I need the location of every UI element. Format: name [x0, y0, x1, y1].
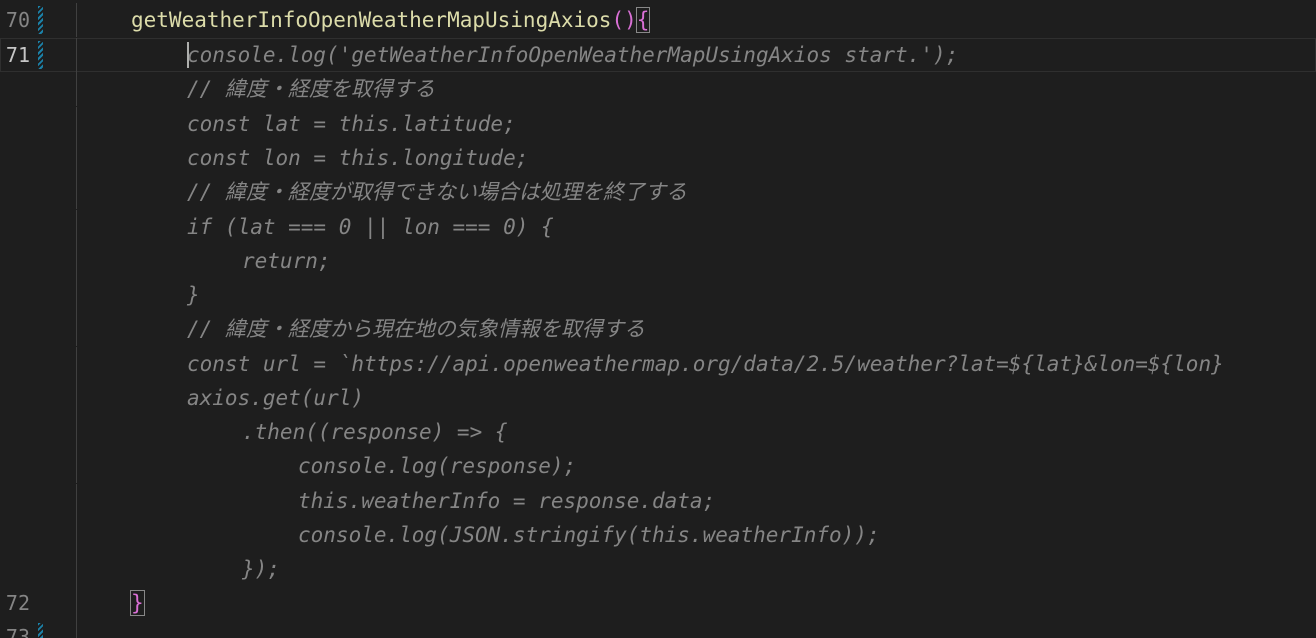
code-text: console.log(response);	[298, 454, 577, 478]
code-text: axios.get(url)	[187, 386, 365, 410]
code-text: .then((response) => {	[242, 420, 508, 444]
code-line[interactable]: });	[0, 552, 1316, 586]
comment-text: // 緯度・経度から現在地の気象情報を取得する	[187, 317, 645, 341]
code-text: const url = `https://api.openweathermap.…	[187, 352, 1224, 376]
indent-guide	[76, 312, 77, 346]
code-line[interactable]: console.log(JSON.stringify(this.weatherI…	[0, 518, 1316, 552]
comment-text: // 緯度・経度を取得する	[187, 77, 435, 101]
code-line[interactable]: }	[0, 278, 1316, 312]
matched-close-brace: }	[130, 590, 145, 616]
indent-guide	[76, 484, 77, 518]
indent-guide	[76, 449, 77, 483]
code-text: });	[242, 557, 280, 581]
code-line[interactable]: return;	[0, 244, 1316, 278]
indent-guide	[76, 72, 77, 106]
indent-guide	[76, 381, 77, 415]
code-line[interactable]: .then((response) => {	[0, 415, 1316, 449]
modified-line-marker[interactable]	[38, 623, 43, 638]
code-text: return;	[242, 249, 331, 273]
indent-guide	[76, 3, 77, 37]
code-text: this.weatherInfo = response.data;	[298, 489, 716, 513]
indent-guide	[76, 620, 77, 638]
indent-guide	[76, 586, 77, 620]
code-line[interactable]: const lon = this.longitude;	[0, 141, 1316, 175]
code-text: getWeatherInfoOpenWeatherMapUsingAxios()…	[131, 3, 651, 37]
code-line[interactable]: const lat = this.latitude;	[0, 107, 1316, 141]
line-number: 73	[5, 625, 30, 638]
indent-guide	[76, 210, 77, 244]
line-number: 71	[5, 43, 30, 67]
code-line[interactable]: // 緯度・経度が取得できない場合は処理を終了する	[0, 175, 1316, 209]
code-line[interactable]: console.log(response);	[0, 449, 1316, 483]
indent-guide	[76, 244, 77, 278]
modified-line-marker[interactable]	[38, 41, 43, 69]
comment-text: // 緯度・経度が取得できない場合は処理を終了する	[187, 180, 687, 204]
code-line[interactable]: this.weatherInfo = response.data;	[0, 484, 1316, 518]
code-line-71[interactable]: 71 console.log('getWeatherInfoOpenWeathe…	[0, 38, 1316, 72]
code-line[interactable]: axios.get(url)	[0, 381, 1316, 415]
text-cursor	[187, 42, 189, 68]
code-line-73[interactable]: 73	[0, 620, 1316, 638]
indent-guide	[76, 141, 77, 175]
code-editor[interactable]: 70 getWeatherInfoOpenWeatherMapUsingAxio…	[0, 0, 1316, 638]
indent-guide	[76, 347, 77, 381]
indent-guide	[76, 415, 77, 449]
line-number: 72	[5, 591, 30, 615]
code-line[interactable]: // 緯度・経度から現在地の気象情報を取得する	[0, 312, 1316, 346]
code-text: const lon = this.longitude;	[187, 146, 529, 170]
line-number: 70	[5, 8, 30, 32]
code-text: }	[187, 283, 200, 307]
code-text: console.log('getWeatherInfoOpenWeatherMa…	[187, 43, 959, 67]
code-text: const lat = this.latitude;	[187, 112, 516, 136]
code-line[interactable]: const url = `https://api.openweathermap.…	[0, 347, 1316, 381]
function-name: getWeatherInfoOpenWeatherMapUsingAxios	[131, 8, 612, 32]
modified-line-marker[interactable]	[38, 6, 43, 34]
indent-guide	[76, 175, 77, 209]
open-paren: (	[611, 8, 625, 32]
code-text: if (lat === 0 || lon === 0) {	[187, 215, 554, 239]
indent-guide	[76, 38, 77, 72]
indent-guide	[76, 518, 77, 552]
close-paren: )	[624, 8, 637, 32]
code-line-72[interactable]: 72 }	[0, 586, 1316, 620]
code-text: }	[130, 586, 145, 620]
code-text: console.log(JSON.stringify(this.weatherI…	[298, 523, 880, 547]
indent-guide	[76, 107, 77, 141]
code-line[interactable]: // 緯度・経度を取得する	[0, 72, 1316, 106]
indent-guide	[76, 278, 77, 312]
matched-open-brace: {	[635, 7, 651, 33]
code-line[interactable]: if (lat === 0 || lon === 0) {	[0, 210, 1316, 244]
code-line-70[interactable]: 70 getWeatherInfoOpenWeatherMapUsingAxio…	[0, 3, 1316, 37]
indent-guide	[76, 552, 77, 586]
